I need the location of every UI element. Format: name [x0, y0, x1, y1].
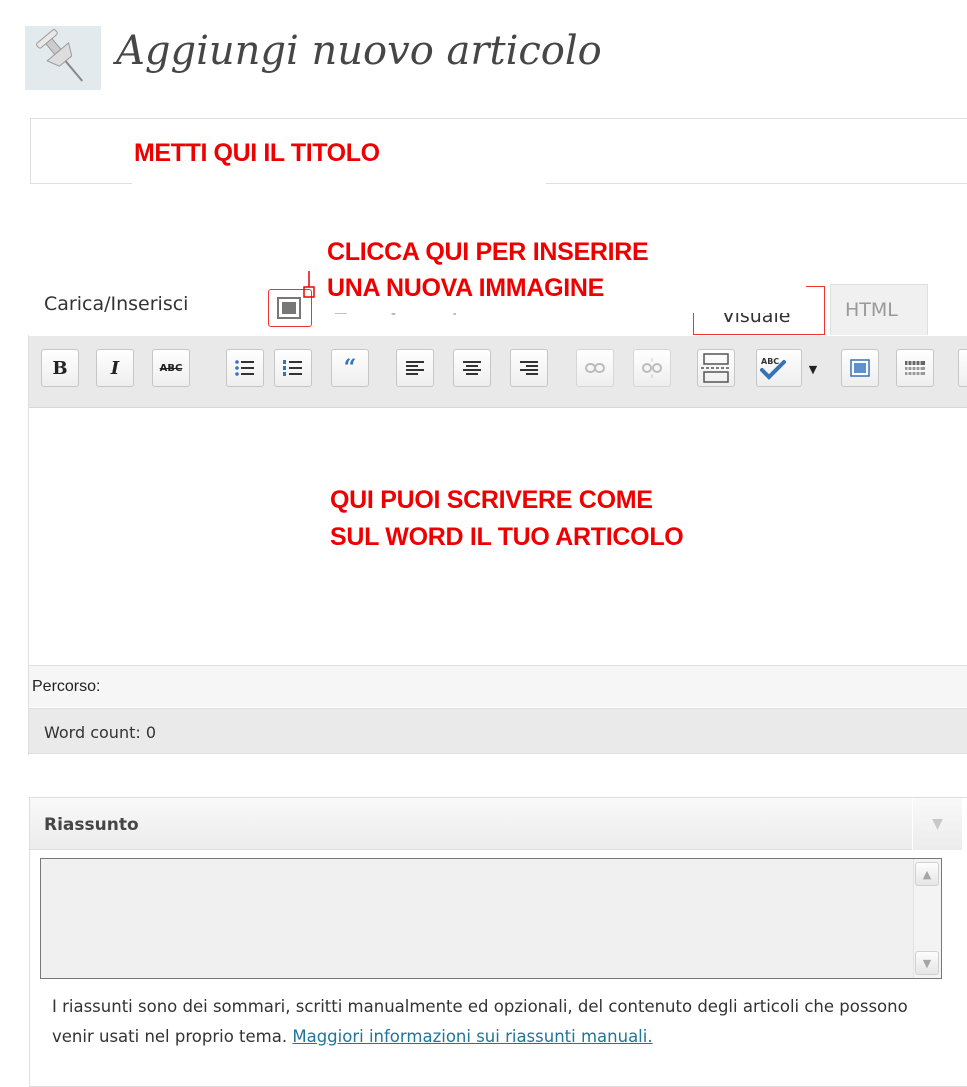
editor-annotation-line-2: SUL WORD IL TUO ARTICOLO — [330, 523, 684, 551]
align-right-icon — [520, 361, 538, 375]
tab-html-label: HTML — [845, 299, 898, 321]
toolbar-overflow-button[interactable] — [958, 349, 967, 387]
collapse-toggle-icon[interactable]: ▼ — [912, 798, 962, 850]
align-center-button[interactable] — [453, 349, 491, 387]
word-count: Word count: 0 — [44, 723, 157, 742]
kitchen-sink-button[interactable] — [896, 349, 934, 387]
spellcheck-dropdown-arrow-icon[interactable]: ▼ — [803, 360, 823, 380]
align-center-icon — [463, 361, 481, 375]
scroll-down-icon[interactable]: ▼ — [915, 951, 939, 975]
bulleted-list-button[interactable] — [226, 349, 264, 387]
excerpt-help-text: I riassunti sono dei sommari, scritti ma… — [52, 992, 932, 1052]
kitchen-sink-icon — [905, 361, 925, 375]
align-left-icon — [406, 361, 424, 375]
numbered-list-button[interactable] — [274, 349, 312, 387]
editor-annotation-line-1: QUI PUOI SCRIVERE COME — [330, 486, 653, 514]
remove-link-button[interactable] — [633, 349, 671, 387]
spellcheck-button[interactable]: ABC — [756, 349, 802, 387]
editor-path-bar — [29, 665, 967, 707]
italic-button[interactable]: I — [96, 349, 134, 387]
bulleted-list-icon — [235, 360, 254, 376]
insert-image-icon — [277, 297, 301, 319]
fullscreen-icon — [850, 359, 870, 377]
spellcheck-icon: ABC — [760, 357, 786, 380]
strikethrough-button[interactable]: ABC — [152, 349, 190, 387]
image-annotation-line-1: CLICCA QUI PER INSERIRE — [327, 238, 649, 266]
blockquote-button[interactable]: “ — [331, 349, 369, 387]
title-annotation: METTI QUI IL TITOLO — [134, 139, 380, 167]
image-annotation-line-2: UNA NUOVA IMMAGINE — [327, 274, 604, 302]
excerpt-header[interactable] — [30, 798, 945, 850]
fullscreen-button[interactable] — [841, 349, 879, 387]
unlink-icon — [642, 358, 662, 378]
annotation-pointer-icon — [303, 271, 315, 298]
upload-insert-label: Carica/Inserisci — [44, 293, 189, 315]
scroll-up-icon[interactable]: ▲ — [915, 862, 939, 886]
excerpt-help-link[interactable]: Maggiori informazioni sui riassunti manu… — [292, 1027, 652, 1046]
align-left-button[interactable] — [396, 349, 434, 387]
word-count-bar — [29, 708, 967, 754]
svg-text:ABC: ABC — [761, 357, 779, 366]
path-label: Percorso: — [32, 678, 101, 695]
editor-annotation: QUI PUOI SCRIVERE COME SUL WORD IL TUO A… — [330, 482, 684, 556]
image-annotation: CLICCA QUI PER INSERIRE UNA NUOVA IMMAGI… — [327, 234, 649, 306]
excerpt-scrollbar[interactable]: ▲ ▼ — [913, 859, 941, 978]
bold-button[interactable]: B — [41, 349, 79, 387]
align-right-button[interactable] — [510, 349, 548, 387]
numbered-list-icon — [283, 360, 302, 376]
tab-html[interactable]: HTML — [830, 284, 928, 335]
insert-more-tag-button[interactable] — [697, 349, 735, 387]
link-icon — [585, 363, 605, 373]
pushpin-icon — [25, 26, 101, 90]
excerpt-textarea[interactable] — [40, 858, 942, 979]
excerpt-title: Riassunto — [44, 815, 139, 835]
insert-link-button[interactable] — [576, 349, 614, 387]
more-tag-icon — [701, 353, 731, 383]
page-title: Aggiungi nuovo articolo — [116, 28, 602, 74]
